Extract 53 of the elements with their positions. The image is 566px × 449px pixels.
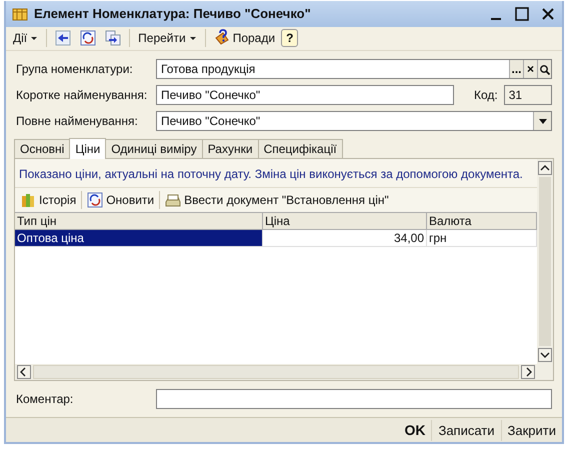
column-header[interactable]: Ціна — [263, 213, 427, 230]
tab[interactable]: Основні — [14, 139, 70, 158]
horizontal-scrollbar[interactable] — [15, 364, 537, 380]
dropdown-button[interactable] — [533, 112, 551, 130]
tab[interactable]: Ціни — [69, 138, 106, 160]
dialog-button[interactable]: Записати — [431, 420, 501, 441]
field-label: Код: — [474, 88, 498, 102]
tray-icon — [165, 192, 182, 208]
scroll-up-icon[interactable] — [538, 161, 552, 176]
caret-icon — [188, 35, 197, 42]
tips-button[interactable]: Поради — [210, 28, 278, 48]
search-button[interactable] — [537, 60, 551, 78]
close-icon[interactable] — [540, 6, 556, 22]
field-label: Коротке найменування: — [16, 88, 148, 102]
tab[interactable]: Рахунки — [202, 139, 259, 158]
field-button[interactable]: ... — [509, 60, 523, 78]
table-cell[interactable]: 34,00 — [263, 230, 427, 248]
menu-button[interactable]: Дії — [10, 30, 42, 46]
code-field[interactable]: 31 — [504, 85, 552, 106]
vertical-scrollbar[interactable] — [537, 159, 553, 380]
copy-icon — [105, 30, 122, 46]
table-cell[interactable]: Оптова ціна — [15, 230, 263, 248]
caret-icon — [538, 117, 548, 126]
menu-button[interactable]: Перейти — [135, 30, 200, 46]
toolbar-button[interactable]: Ввести документ "Встановлення цін" — [162, 191, 392, 210]
help-button[interactable]: ? — [281, 29, 298, 48]
caret-icon — [30, 35, 38, 42]
comment-field[interactable] — [156, 389, 552, 410]
scroll-down-icon[interactable] — [538, 348, 552, 362]
scroll-right-icon[interactable] — [521, 365, 535, 380]
toolbar-button[interactable]: Оновити — [84, 191, 158, 210]
field-label: Група номенклатури: — [16, 62, 134, 76]
dialog-button[interactable]: OK — [398, 419, 432, 442]
books-icon — [20, 192, 36, 208]
maximize-icon[interactable] — [514, 6, 530, 22]
field-button[interactable]: × — [523, 60, 537, 78]
tab[interactable]: Одиниці виміру — [105, 139, 203, 158]
refresh-icon — [80, 30, 96, 46]
dropdown-field[interactable]: Печиво "Сонечко" — [156, 111, 552, 132]
text-field[interactable]: Печиво "Сонечко" — [156, 85, 454, 106]
arrow-left-icon — [55, 30, 72, 46]
search-icon — [539, 64, 550, 75]
info-text: Показано ціни, актуальні на поточну дату. Зміна цін виконується за допомогою документа. — [15, 159, 537, 188]
toolbar-button[interactable]: Історія — [17, 191, 80, 210]
book-question-icon — [214, 29, 230, 48]
scroll-left-icon[interactable] — [17, 365, 31, 380]
field-label: Повне найменування: — [16, 114, 139, 128]
group-field[interactable]: Готова продукція ... × — [156, 59, 552, 80]
dialog-button[interactable]: Закрити — [500, 420, 562, 441]
tab[interactable]: Специфікації — [258, 139, 343, 158]
window-title: Елемент Номенклатура: Печиво "Сонечко" — [34, 6, 312, 22]
field-label: Коментар: — [16, 392, 74, 406]
refresh-icon — [87, 192, 104, 208]
